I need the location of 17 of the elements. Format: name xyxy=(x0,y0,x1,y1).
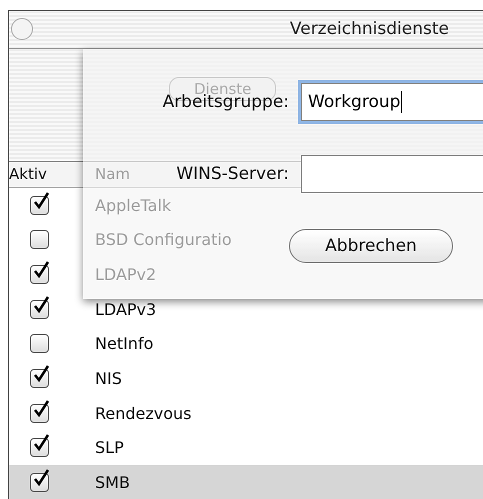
service-name: NIS xyxy=(95,369,122,388)
column-header[interactable]: Aktiv xyxy=(9,165,83,184)
service-name: SMB xyxy=(95,473,130,492)
service-name: LDAPv2 xyxy=(95,264,156,284)
service-name: Rendezvous xyxy=(95,404,192,423)
cancel-button[interactable]: Abbrechen xyxy=(289,229,453,263)
input-field[interactable]: Workgroup xyxy=(301,83,483,121)
window-title: Verzeichnisdienste xyxy=(290,19,449,40)
input-field[interactable] xyxy=(301,155,483,193)
field-label: WINS-Server: xyxy=(176,164,289,184)
service-name: AppleTalk xyxy=(95,196,172,215)
service-name: SLP xyxy=(95,438,124,458)
service-name: NetInfo xyxy=(95,334,154,354)
checkbox[interactable] xyxy=(30,334,48,354)
service-name: BSD Configuratio xyxy=(95,230,232,250)
service-name: LDAPv3 xyxy=(95,300,156,319)
checkbox[interactable] xyxy=(30,230,48,250)
